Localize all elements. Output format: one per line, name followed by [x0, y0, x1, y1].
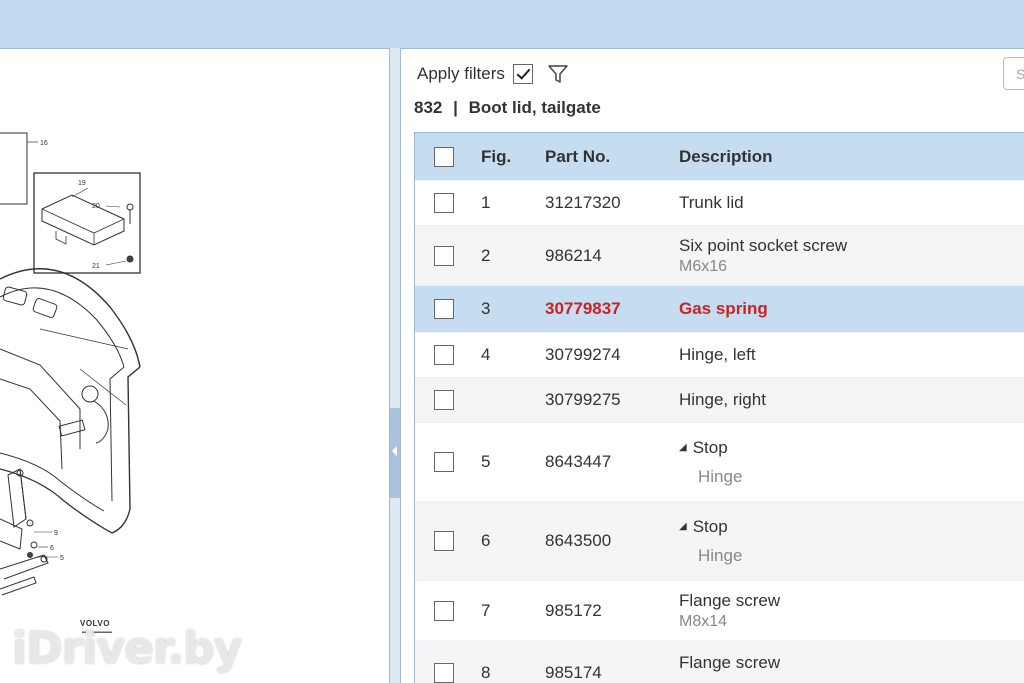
filter-bar: Apply filters: [417, 63, 569, 85]
row-part-no: 30799275: [545, 390, 621, 409]
table-row-selected[interactable]: 3 30779837 Gas spring: [415, 285, 1024, 332]
row-description: Flange screw: [679, 653, 781, 672]
pane-splitter[interactable]: [390, 48, 400, 683]
row-part-no: 8643500: [545, 531, 612, 550]
callout-21: 21: [92, 263, 100, 270]
row-description: Stop: [692, 516, 728, 536]
row-checkbox[interactable]: [434, 345, 454, 365]
callout-6: 6: [50, 545, 54, 552]
row-description: Flange screw: [679, 590, 781, 610]
row-child-item: Hinge: [698, 545, 743, 565]
row-description: Hinge, left: [679, 345, 756, 364]
row-fig: 4: [481, 345, 491, 364]
row-checkbox[interactable]: [434, 299, 454, 319]
header-fig[interactable]: Fig.: [479, 147, 545, 167]
row-part-no: 8643447: [545, 452, 612, 471]
table-row[interactable]: 30799275 Hinge, right: [415, 377, 1024, 422]
parts-table: Fig. Part No. Description 1 31217320 Tru…: [414, 132, 1024, 683]
row-description: Hinge, right: [679, 390, 766, 409]
filter-icon[interactable]: [547, 63, 569, 85]
row-spec: M6x16: [679, 257, 728, 275]
row-fig: 5: [481, 452, 491, 471]
row-checkbox[interactable]: [434, 193, 454, 213]
row-checkbox[interactable]: [434, 452, 454, 472]
table-row[interactable]: 5 8643447 ◢ Stop Hinge: [415, 422, 1024, 501]
row-fig: 7: [481, 600, 491, 620]
section-title: 832 | Boot lid, tailgate: [414, 98, 601, 118]
search-input[interactable]: S: [1003, 57, 1024, 90]
row-fig: 1: [481, 193, 491, 212]
row-part-no: 30799274: [545, 345, 621, 364]
row-spec: M8x14: [679, 612, 728, 630]
parts-list-pane: Apply filters S 832 | Boot lid, tailgate…: [400, 48, 1024, 683]
row-part-no: 30779837: [545, 299, 621, 318]
select-all-checkbox[interactable]: [434, 146, 454, 167]
row-description: Six point socket screw: [679, 235, 848, 255]
table-row[interactable]: 7 985172 Flange screw M8x14: [415, 580, 1024, 640]
table-row[interactable]: 1 31217320 Trunk lid: [415, 180, 1024, 225]
table-header: Fig. Part No. Description: [415, 133, 1024, 180]
callout-5: 5: [60, 555, 64, 562]
top-toolbar: [0, 0, 1024, 48]
row-fig: 3: [481, 299, 491, 318]
table-row[interactable]: 8 985174 Flange screw: [415, 640, 1024, 683]
row-part-no: 985172: [545, 600, 602, 620]
row-part-no: 986214: [545, 245, 602, 265]
row-fig: 2: [481, 245, 491, 265]
callout-20: 20: [92, 203, 100, 210]
callout-9: 9: [54, 530, 58, 537]
row-checkbox[interactable]: [434, 245, 454, 266]
row-description: Stop: [692, 437, 728, 457]
row-part-no: 985174: [545, 663, 602, 682]
table-row[interactable]: 6 8643500 ◢ Stop Hinge: [415, 501, 1024, 580]
row-fig: 8: [481, 663, 491, 682]
collapse-triangle-icon[interactable]: ◢: [679, 442, 687, 453]
parts-diagram-pane[interactable]: 16 19 20 21 9 6 5 VOLVO ▬▬▬▬▬▬ iDriver.b…: [0, 48, 390, 683]
apply-filters-label: Apply filters: [417, 64, 505, 83]
header-description[interactable]: Description: [679, 147, 1024, 167]
table-row[interactable]: 2 986214 Six point socket screw M6x16: [415, 225, 1024, 285]
row-checkbox[interactable]: [434, 600, 454, 621]
collapse-left-icon[interactable]: [392, 446, 397, 456]
row-part-no: 31217320: [545, 193, 621, 212]
callout-16: 16: [40, 140, 48, 147]
apply-filters-checkbox[interactable]: [512, 64, 533, 84]
collapse-triangle-icon[interactable]: ◢: [679, 521, 687, 532]
callout-19: 19: [78, 180, 86, 187]
section-separator: |: [453, 98, 458, 117]
row-fig: 6: [481, 531, 491, 550]
watermark: iDriver.by: [12, 623, 242, 674]
row-description: Gas spring: [679, 299, 768, 318]
section-number: 832: [414, 98, 443, 117]
header-part-no[interactable]: Part No.: [545, 147, 679, 167]
section-name: Boot lid, tailgate: [468, 98, 601, 117]
row-child-item: Hinge: [698, 466, 743, 486]
row-checkbox[interactable]: [434, 663, 454, 683]
row-checkbox[interactable]: [434, 390, 454, 410]
row-checkbox[interactable]: [434, 531, 454, 551]
parts-diagram[interactable]: 16 19 20 21 9 6 5: [0, 49, 390, 683]
table-row[interactable]: 4 30799274 Hinge, left: [415, 332, 1024, 377]
row-description: Trunk lid: [679, 193, 744, 212]
